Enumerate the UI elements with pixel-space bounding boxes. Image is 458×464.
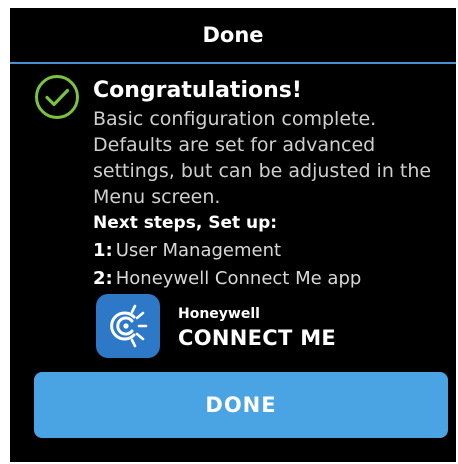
page-title: Done [202, 23, 264, 47]
step-label: Honeywell Connect Me app [115, 268, 362, 289]
connect-me-app-icon [96, 294, 160, 358]
check-circle-icon [35, 75, 79, 119]
header-divider [10, 62, 456, 64]
app-brand: Honeywell [178, 306, 260, 322]
step-number: 2: [93, 268, 113, 289]
success-title: Congratulations! [93, 78, 302, 103]
step-number: 1: [93, 240, 113, 261]
device-screen: Done Congratulations! Basic configuratio… [10, 8, 456, 462]
next-steps-heading: Next steps, Set up: [93, 213, 278, 233]
done-button[interactable]: DONE [34, 372, 448, 438]
next-step-item: 1: User Management [93, 240, 281, 261]
app-name: CONNECT ME [178, 326, 337, 350]
step-label: User Management [115, 240, 282, 261]
next-step-item: 2: Honeywell Connect Me app [93, 268, 361, 289]
success-message: Basic configuration complete. Defaults a… [93, 108, 432, 208]
